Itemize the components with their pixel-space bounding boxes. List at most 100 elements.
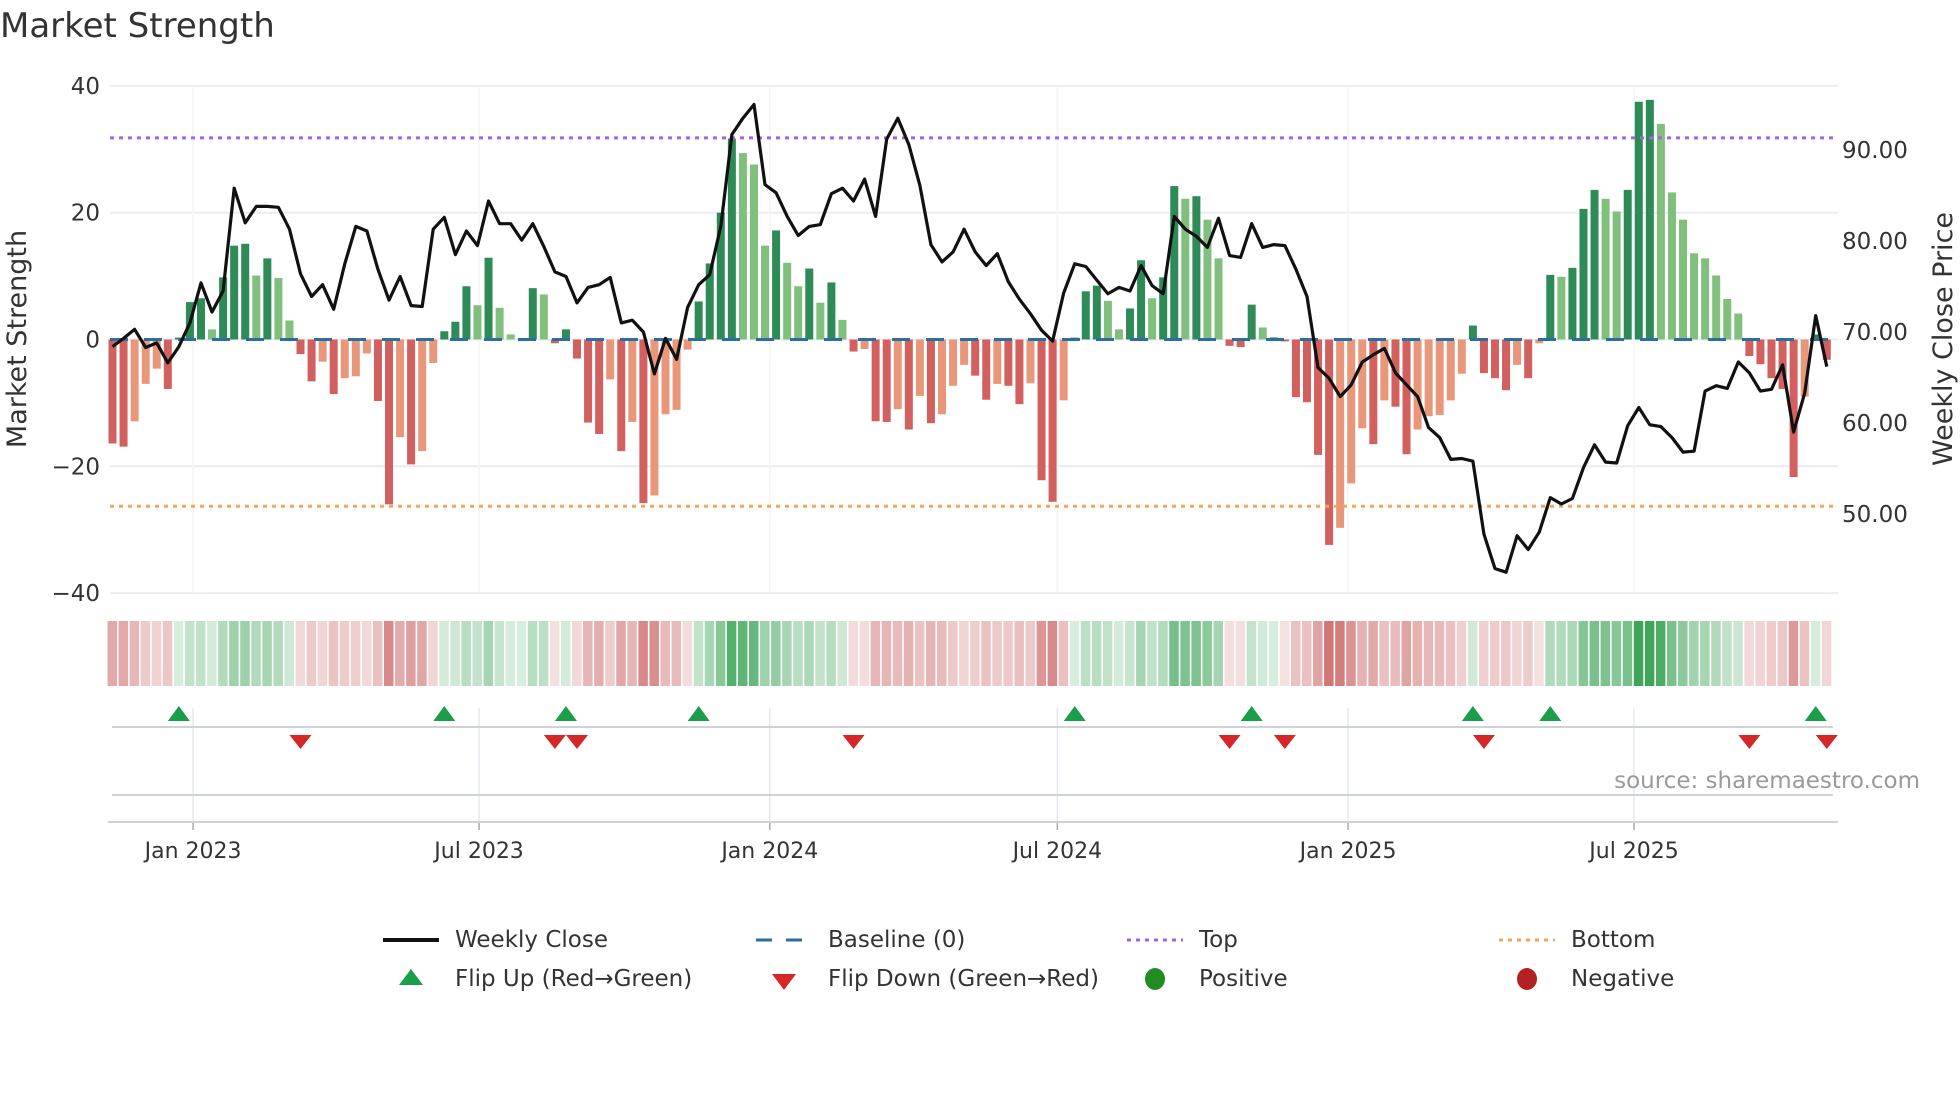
x-tick-label: Jul 2023 [432,839,524,864]
heat-cell [638,621,648,686]
bar-positive [783,262,792,340]
bar-positive [561,329,570,340]
bar-positive [1723,298,1732,340]
heat-cell [1257,621,1268,686]
heat-cell [251,621,261,686]
heat-cell [1689,621,1699,686]
heat-cell [173,621,184,686]
bar-positive [528,288,537,340]
bar-negative [1756,339,1765,365]
heat-cell [1036,621,1047,686]
heat-cell [406,621,416,686]
bar-negative [1424,339,1433,417]
bar-positive [196,298,205,340]
heat-cell [903,621,914,686]
heat-cell [1180,621,1190,686]
heat-cell [737,621,748,686]
bar-positive [241,243,250,340]
heat-cell [1678,621,1688,686]
heat-cell [1390,621,1400,686]
bar-negative [329,339,338,395]
heat-cell [948,621,958,686]
heat-cell [151,621,162,686]
bar-positive [838,319,847,340]
bar-negative [1059,339,1068,401]
bar-positive [805,268,814,340]
heat-cell [992,621,1002,686]
bar-negative [915,339,924,396]
bar-negative [1302,339,1311,403]
flip-up-marker [1240,706,1263,721]
heat-cell [848,621,859,686]
bar-negative [993,339,1002,384]
bar-positive [440,331,449,340]
heat-cell [1346,621,1356,686]
x-tick-label: Jan 2023 [143,839,242,864]
bar-negative [296,339,305,355]
heat-cell [494,621,505,686]
heat-cell [516,621,527,686]
heat-cell [649,621,659,686]
bar-negative [385,339,393,505]
bar-positive [816,302,825,340]
heat-cell [1655,621,1666,686]
heat-cell [937,621,947,686]
y-tick-label: 20 [71,201,100,227]
bar-positive [1645,99,1654,340]
heat-cell [1821,621,1832,686]
heat-cell [1191,621,1201,686]
flip-down-marker [1815,735,1838,749]
bar-positive [473,305,482,340]
bar-negative [982,339,991,400]
heat-cell [1744,621,1754,686]
heat-cell [760,621,770,686]
heat-cell [870,621,881,686]
heat-cell [1534,621,1544,686]
heat-cell [1357,621,1367,686]
bar-negative [318,339,327,362]
heat-cell [1434,621,1445,686]
bar-negative [130,339,139,422]
bar-positive [1601,198,1610,340]
bar-negative [1291,339,1300,398]
bar-negative [606,339,615,380]
x-tick-label: Jan 2024 [719,839,818,864]
bar-negative [1358,339,1367,429]
bar-positive [1656,123,1665,340]
heat-cell [107,621,117,686]
heat-cell [538,621,549,686]
heat-cell [572,621,582,686]
heat-cell [184,621,195,686]
heat-cell [1556,621,1566,686]
heat-cell [273,621,283,686]
bar-negative [1446,339,1455,401]
heat-cell [1545,621,1555,686]
heat-cell [1202,621,1212,686]
heat-cell [129,621,140,686]
bar-negative [1004,339,1013,386]
bar-negative [617,339,626,452]
heat-cell [428,621,438,686]
bar-negative [1325,339,1334,545]
heat-cell [804,621,814,686]
bar-positive [1181,198,1190,340]
heat-cell [826,621,836,686]
bar-positive [1667,192,1676,340]
heat-cell [1611,621,1622,686]
heat-cell [1279,621,1290,686]
bar-positive [1712,275,1721,340]
bar-positive [1568,267,1577,340]
x-tick-label: Jan 2025 [1298,839,1397,864]
bar-positive [749,164,758,340]
heat-cell [616,621,626,686]
y-tick-label: 40 [71,74,100,100]
heat-cell [892,621,903,686]
heat-cell [560,621,571,686]
bar-positive [1092,285,1101,340]
heat-cell [1644,621,1655,686]
y-tick-label: −40 [51,581,100,607]
bar-negative [1491,339,1499,379]
bar-positive [1103,300,1112,340]
bar-negative [396,339,405,438]
flip-up-marker [1804,706,1827,721]
